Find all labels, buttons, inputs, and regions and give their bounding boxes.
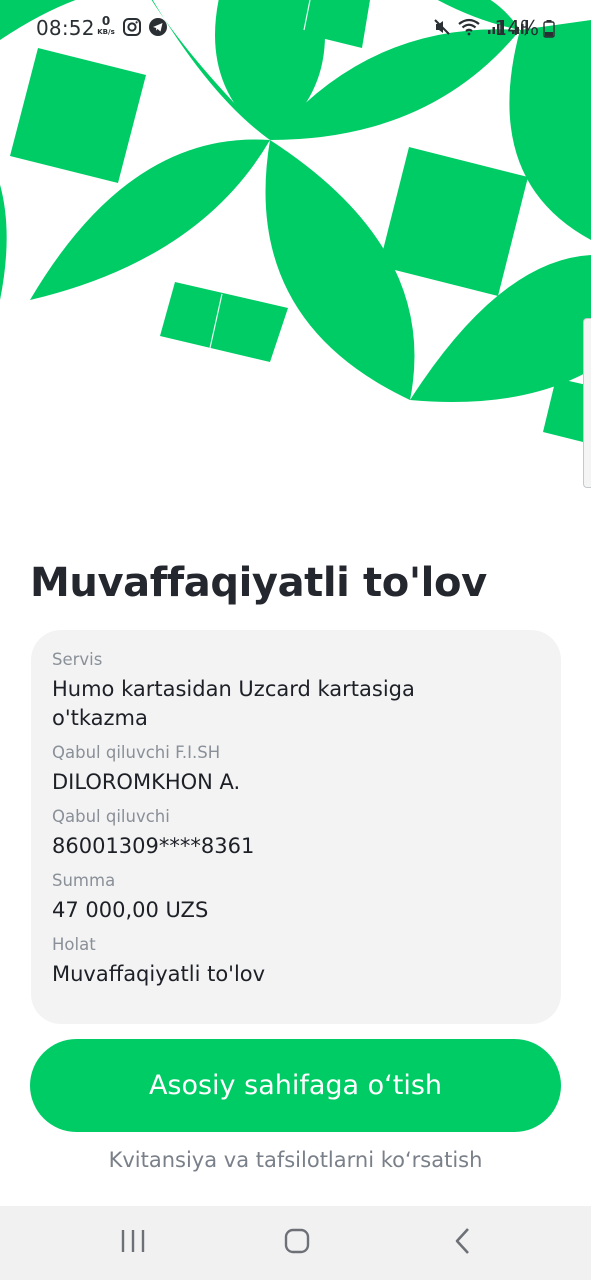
page-title: Muvaffaqiyatli to'lov bbox=[30, 560, 487, 606]
detail-row-status: Holat Muvaffaqiyatli to'lov bbox=[52, 935, 541, 989]
back-icon bbox=[453, 1227, 473, 1259]
notification-icons bbox=[122, 17, 168, 41]
detail-label: Holat bbox=[52, 935, 96, 954]
detail-label: Qabul qiluvchi bbox=[52, 807, 170, 826]
instagram-icon bbox=[122, 17, 142, 41]
hero-pattern-graphic bbox=[0, 0, 591, 444]
detail-value: DILOROMKHON A. bbox=[52, 770, 241, 794]
detail-label: Summa bbox=[52, 871, 116, 890]
battery-icon bbox=[543, 20, 555, 42]
detail-label: Servis bbox=[52, 650, 103, 669]
detail-row-recipient-name: Qabul qiluvchi F.I.SH DILOROMKHON A. bbox=[52, 743, 541, 797]
system-nav-bar bbox=[0, 1206, 591, 1280]
network-speed-value: 0 bbox=[101, 14, 111, 28]
back-button[interactable] bbox=[433, 1220, 493, 1266]
detail-row-service: Servis Humo kartasidan Uzcard kartasiga … bbox=[52, 650, 541, 733]
edge-panel-handle[interactable] bbox=[583, 318, 591, 488]
go-to-home-button[interactable]: Asosiy sahifaga o‘tish bbox=[30, 1039, 561, 1132]
detail-value: Muvaffaqiyatli to'lov bbox=[52, 962, 266, 986]
status-time: 08:52 bbox=[36, 16, 95, 40]
mute-icon bbox=[433, 18, 451, 40]
battery-percent: 14% bbox=[494, 16, 539, 40]
wifi-icon bbox=[457, 18, 481, 40]
home-button[interactable] bbox=[267, 1220, 327, 1266]
network-speed: 0 KB/s bbox=[95, 14, 117, 37]
payment-details-card: Servis Humo kartasidan Uzcard kartasiga … bbox=[31, 630, 561, 1024]
detail-value: 47 000,00 UZS bbox=[52, 898, 209, 922]
network-speed-unit: KB/s bbox=[97, 28, 115, 36]
detail-row-amount: Summa 47 000,00 UZS bbox=[52, 871, 541, 925]
detail-value: Humo kartasidan Uzcard kartasiga o'tkazm… bbox=[52, 677, 415, 730]
detail-row-recipient-card: Qabul qiluvchi 86001309****8361 bbox=[52, 807, 541, 861]
recent-apps-button[interactable] bbox=[103, 1220, 163, 1266]
detail-value: 86001309****8361 bbox=[52, 834, 255, 858]
detail-label: Qabul qiluvchi F.I.SH bbox=[52, 743, 221, 762]
hero-pattern bbox=[0, 0, 591, 520]
telegram-icon bbox=[148, 17, 168, 41]
status-bar: 08:52 0 KB/s 14% bbox=[0, 0, 591, 58]
recent-apps-icon bbox=[119, 1228, 147, 1258]
show-receipt-link[interactable]: Kvitansiya va tafsilotlarni ko‘rsatish bbox=[0, 1148, 591, 1172]
home-icon bbox=[283, 1227, 311, 1259]
